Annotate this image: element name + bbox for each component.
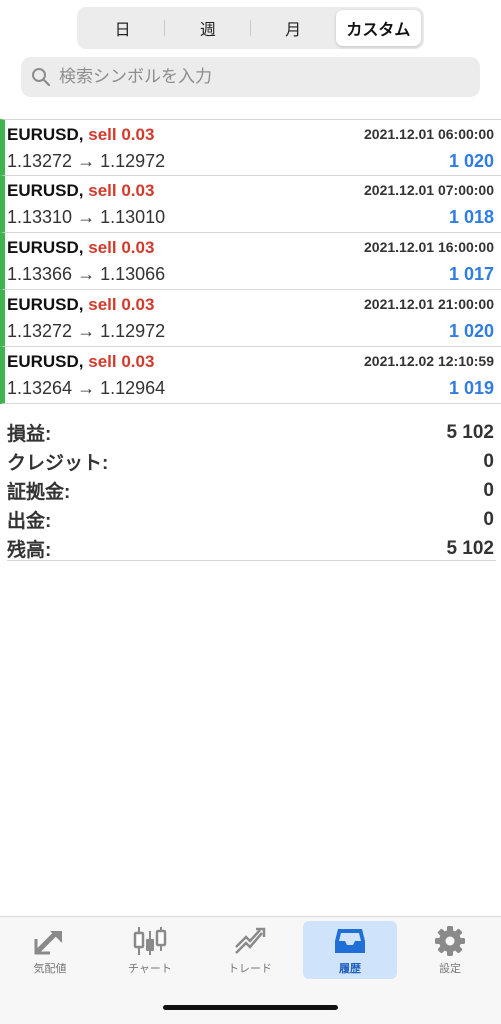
trade-prices: 1.13272 → 1.12972 xyxy=(7,321,166,341)
summary-value: 0 xyxy=(483,450,494,472)
trade-row[interactable]: EURUSD, sell 0.03 2021.12.01 07:00:00 1.… xyxy=(0,176,501,233)
trade-time: 2021.12.02 12:10:59 xyxy=(364,353,494,369)
trade-side: sell 0.03 xyxy=(88,181,155,200)
summary-value: 5 102 xyxy=(446,421,494,443)
trade-prices: 1.13272 → 1.12972 xyxy=(7,151,166,171)
summary-divider xyxy=(7,560,496,561)
tab-quotes[interactable]: 気配値 xyxy=(3,921,97,979)
trade-profit: 1 020 xyxy=(448,321,494,341)
summary-value: 5 102 xyxy=(446,537,494,559)
trade-symbol: EURUSD, xyxy=(7,125,84,144)
trade-row[interactable]: EURUSD, sell 0.03 2021.12.01 16:00:00 1.… xyxy=(0,233,501,290)
trade-side: sell 0.03 xyxy=(88,295,155,314)
gear-icon xyxy=(435,926,465,956)
summary-label: 残高: xyxy=(7,540,52,561)
segment-day[interactable]: 日 xyxy=(80,10,166,46)
trade-profit: 1 017 xyxy=(448,264,494,284)
trade-profit: 1 019 xyxy=(448,378,494,398)
candlestick-icon xyxy=(133,927,167,955)
summary-row-profit: 損益: 5 102 xyxy=(7,418,496,447)
trade-profit: 1 020 xyxy=(448,151,494,171)
tab-label: チャート xyxy=(128,963,172,975)
trade-symbol: EURUSD, xyxy=(7,352,84,371)
segment-month[interactable]: 月 xyxy=(251,10,336,46)
summary-label: 損益: xyxy=(7,424,52,445)
trade-time: 2021.12.01 07:00:00 xyxy=(364,182,494,198)
inbox-icon xyxy=(335,929,365,953)
summary-label: 出金: xyxy=(7,511,52,532)
trade-row[interactable]: EURUSD, sell 0.03 2021.12.01 06:00:00 1.… xyxy=(0,119,501,176)
trade-history-list: EURUSD, sell 0.03 2021.12.01 06:00:00 1.… xyxy=(0,119,501,404)
trade-prices: 1.13366 → 1.13066 xyxy=(7,264,166,284)
trade-prices: 1.13310 → 1.13010 xyxy=(7,207,166,227)
summary-row-balance: 残高: 5 102 xyxy=(7,534,496,563)
summary-label: 証拠金: xyxy=(7,482,71,503)
trade-profit: 1 018 xyxy=(448,207,494,227)
trade-symbol: EURUSD, xyxy=(7,181,84,200)
trade-icon xyxy=(235,927,266,954)
search-bar[interactable] xyxy=(21,57,480,97)
summary-value: 0 xyxy=(483,479,494,501)
search-icon xyxy=(32,68,51,87)
tab-trade[interactable]: トレード xyxy=(203,921,297,979)
trade-prices: 1.13264 → 1.12964 xyxy=(7,378,166,398)
tab-history[interactable]: 履歴 xyxy=(303,921,397,979)
summary-label: クレジット: xyxy=(7,453,109,474)
account-summary: 損益: 5 102 クレジット: 0 証拠金: 0 出金: 0 残高: 5 10… xyxy=(7,418,496,563)
trade-time: 2021.12.01 16:00:00 xyxy=(364,239,494,255)
summary-row-deposit: 証拠金: 0 xyxy=(7,476,496,505)
period-segmented-control: 日 週 月 カスタム xyxy=(77,7,424,49)
segment-custom[interactable]: カスタム xyxy=(335,10,421,46)
trade-side: sell 0.03 xyxy=(88,238,155,257)
trade-side: sell 0.03 xyxy=(88,125,155,144)
trade-row[interactable]: EURUSD, sell 0.03 2021.12.02 12:10:59 1.… xyxy=(0,347,501,404)
tab-label: トレード xyxy=(228,963,272,975)
segment-week[interactable]: 週 xyxy=(165,10,251,46)
tab-label: 履歴 xyxy=(339,963,361,975)
home-indicator xyxy=(163,1005,338,1010)
search-input[interactable] xyxy=(57,66,461,88)
tab-settings[interactable]: 設定 xyxy=(403,921,497,979)
trade-side: sell 0.03 xyxy=(88,352,155,371)
trade-time: 2021.12.01 21:00:00 xyxy=(364,296,494,312)
tab-label: 気配値 xyxy=(33,963,67,975)
tab-chart[interactable]: チャート xyxy=(103,921,197,979)
summary-row-withdrawal: 出金: 0 xyxy=(7,505,496,534)
summary-row-credit: クレジット: 0 xyxy=(7,447,496,476)
trade-symbol: EURUSD, xyxy=(7,295,84,314)
trade-row[interactable]: EURUSD, sell 0.03 2021.12.01 21:00:00 1.… xyxy=(0,290,501,347)
trade-symbol: EURUSD, xyxy=(7,238,84,257)
tab-label: 設定 xyxy=(439,963,461,975)
quotes-icon xyxy=(34,931,62,955)
trade-time: 2021.12.01 06:00:00 xyxy=(364,126,494,142)
summary-value: 0 xyxy=(483,508,494,530)
